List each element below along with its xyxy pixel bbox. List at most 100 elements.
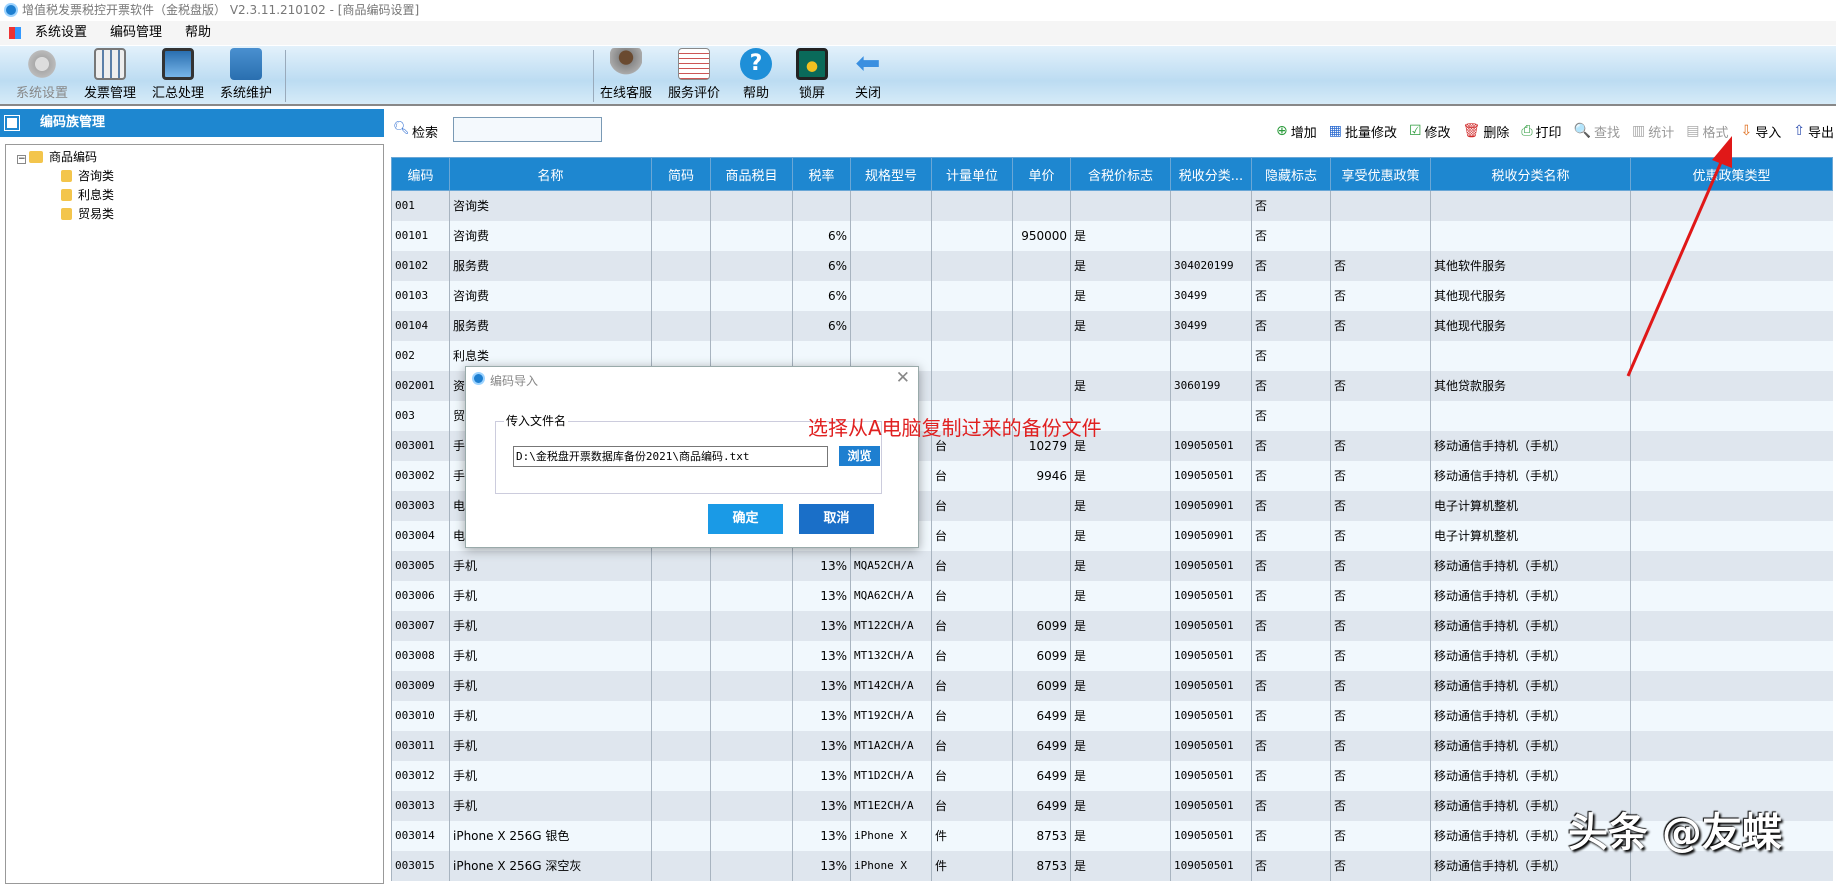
toolbar-system-maintenance[interactable]: 系统维护 — [212, 48, 280, 101]
table-cell: 否 — [1251, 340, 1331, 371]
table-row[interactable]: 003005 手机 13% MQA52CH/A 台是 109050501 否否移动通信手持机… — [391, 550, 1833, 581]
table-row[interactable]: 00104 服务费 6% 是 30499 否否其他现代服务 — [391, 310, 1833, 341]
table-cell: 否 — [1251, 820, 1331, 851]
tree-node-interest[interactable]: 利息类 — [61, 186, 114, 204]
table-cell: 是 — [1070, 700, 1171, 731]
column-header[interactable]: 规格型号 — [850, 157, 932, 191]
dialog-title: 编码导入 — [490, 374, 539, 388]
table-cell — [710, 820, 793, 851]
column-header[interactable]: 计量单位 — [931, 157, 1013, 191]
table-cell: MT132CH/A — [850, 640, 932, 671]
app-menu-icon[interactable] — [9, 27, 21, 39]
menu-system-settings[interactable]: 系统设置 — [35, 21, 87, 45]
table-cell: 台 — [931, 790, 1013, 821]
column-header[interactable]: 商品税目 — [710, 157, 793, 191]
menu-code-management[interactable]: 编码管理 — [110, 21, 162, 45]
action-1-button[interactable]: ▦ 批量修改 — [1329, 122, 1397, 141]
table-cell — [1170, 340, 1252, 371]
browse-button[interactable]: 浏览 — [839, 446, 880, 466]
table-cell: 003004 — [391, 520, 450, 551]
collapse-icon[interactable]: − — [17, 155, 26, 164]
table-row[interactable]: 003008 手机 13% MT132CH/A 台 6099 是 109050501 否否移动通… — [391, 640, 1833, 671]
table-cell: 109050501 — [1170, 430, 1252, 461]
table-cell — [1330, 340, 1431, 371]
table-cell: 台 — [931, 580, 1013, 611]
action-4-button[interactable]: ⎙ 打印 — [1521, 122, 1561, 141]
action-3-button[interactable]: 🗑 删除 — [1463, 122, 1510, 141]
table-cell — [651, 220, 711, 251]
table-row[interactable]: 003011 手机 13% MT1A2CH/A 台 6499 是 109050501 否否移动通… — [391, 730, 1833, 761]
table-row[interactable]: 00102 服务费 6% 是 304020199 否否其他软件服务 — [391, 250, 1833, 281]
table-cell: 否 — [1330, 280, 1431, 311]
column-header[interactable]: 含税价标志 — [1070, 157, 1171, 191]
table-cell: 其他现代服务 — [1430, 310, 1631, 341]
person-icon — [610, 48, 642, 80]
table-cell: 003010 — [391, 700, 450, 731]
column-header[interactable]: 名称 — [449, 157, 652, 191]
table-row[interactable]: 003010 手机 13% MT192CH/A 台 6499 是 109050501 否否移动通… — [391, 700, 1833, 731]
tree-node-consulting[interactable]: 咨询类 — [61, 167, 114, 185]
table-cell: 003009 — [391, 670, 450, 701]
column-header[interactable]: 税率 — [792, 157, 851, 191]
toolbar-system-settings[interactable]: 系统设置 — [8, 48, 76, 101]
action-7-button[interactable]: ▤ 格式 — [1686, 122, 1728, 141]
menu-help[interactable]: 帮助 — [185, 21, 211, 45]
table-row[interactable]: 001 咨询类 否 — [391, 190, 1833, 221]
column-header[interactable]: 单价 — [1012, 157, 1071, 191]
search-input[interactable] — [453, 117, 602, 142]
action-2-button[interactable]: ☑ 修改 — [1409, 122, 1451, 141]
table-cell — [651, 310, 711, 341]
column-header[interactable]: 享受优惠政策 — [1330, 157, 1431, 191]
toolbar-close[interactable]: ⬅ 关闭 — [834, 48, 902, 102]
table-cell: 3060199 — [1170, 370, 1252, 401]
table-cell — [1430, 190, 1631, 221]
table-cell: 109050501 — [1170, 610, 1252, 641]
table-row[interactable]: 003009 手机 13% MT142CH/A 台 6099 是 109050501 否否移动通… — [391, 670, 1833, 701]
action-8-button[interactable]: ⇩ 导入 — [1741, 122, 1782, 141]
table-cell — [931, 370, 1013, 401]
table-cell — [710, 250, 793, 281]
file-path-input[interactable]: D:\金税盘开票数据库备份2021\商品编码.txt — [513, 446, 828, 467]
action-6-button[interactable]: ▥ 统计 — [1632, 122, 1674, 141]
table-row[interactable]: 003007 手机 13% MT122CH/A 台 6099 是 109050501 否否移动通… — [391, 610, 1833, 641]
table-row[interactable]: 00103 咨询费 6% 是 30499 否否其他现代服务 — [391, 280, 1833, 311]
column-header[interactable]: 隐藏标志 — [1251, 157, 1331, 191]
panel-menu-icon[interactable] — [4, 115, 20, 131]
cancel-button[interactable]: 取消 — [799, 504, 874, 534]
action-icon: ☑ — [1408, 123, 1422, 139]
column-header[interactable]: 税收分类名称 — [1430, 157, 1631, 191]
table-cell — [710, 700, 793, 731]
table-cell — [710, 280, 793, 311]
table-cell: 移动通信手持机（手机） — [1430, 700, 1631, 731]
table-cell: 否 — [1251, 700, 1331, 731]
table-cell: 其他现代服务 — [1430, 280, 1631, 311]
action-9-button[interactable]: ⇧ 导出 — [1793, 122, 1834, 141]
column-header[interactable]: 优惠政策类型 — [1630, 157, 1833, 191]
table-cell — [651, 850, 711, 881]
action-0-button[interactable]: ⊕ 增加 — [1276, 122, 1317, 141]
table-cell — [651, 250, 711, 281]
column-header[interactable]: 编码 — [391, 157, 450, 191]
action-5-button[interactable]: 🔍 查找 — [1574, 122, 1620, 141]
toolbar-service-rating[interactable]: 服务评价 — [660, 48, 728, 101]
table-cell — [1430, 400, 1631, 431]
toolbar-online-service[interactable]: 在线客服 — [592, 48, 660, 101]
tree-node-trade[interactable]: 贸易类 — [61, 205, 114, 223]
table-cell: 13% — [792, 610, 851, 641]
tree-node-root[interactable]: − 商品编码 — [17, 148, 97, 166]
column-header[interactable]: 简码 — [651, 157, 711, 191]
ok-button[interactable]: 确定 — [708, 504, 783, 534]
table-cell: 否 — [1330, 760, 1431, 791]
table-row[interactable]: 003012 手机 13% MT1D2CH/A 台 6499 是 109050501 否否移动通… — [391, 760, 1833, 791]
table-cell: iPhone X 256G 深空灰 — [449, 850, 652, 881]
toolbar-summary[interactable]: 汇总处理 — [144, 48, 212, 101]
table-cell: 否 — [1251, 280, 1331, 311]
table-cell: 移动通信手持机（手机） — [1430, 670, 1631, 701]
close-icon[interactable]: ✕ — [896, 368, 910, 388]
toolbar-invoice-management[interactable]: 发票管理 — [76, 48, 144, 101]
table-cell: 是 — [1070, 640, 1171, 671]
table-row[interactable]: 003006 手机 13% MQA62CH/A 台是 109050501 否否移动通信手持机… — [391, 580, 1833, 611]
table-row[interactable]: 00101 咨询费 6% 950000 是 否 — [391, 220, 1833, 251]
table-cell — [931, 220, 1013, 251]
column-header[interactable]: 税收分类... — [1170, 157, 1252, 191]
